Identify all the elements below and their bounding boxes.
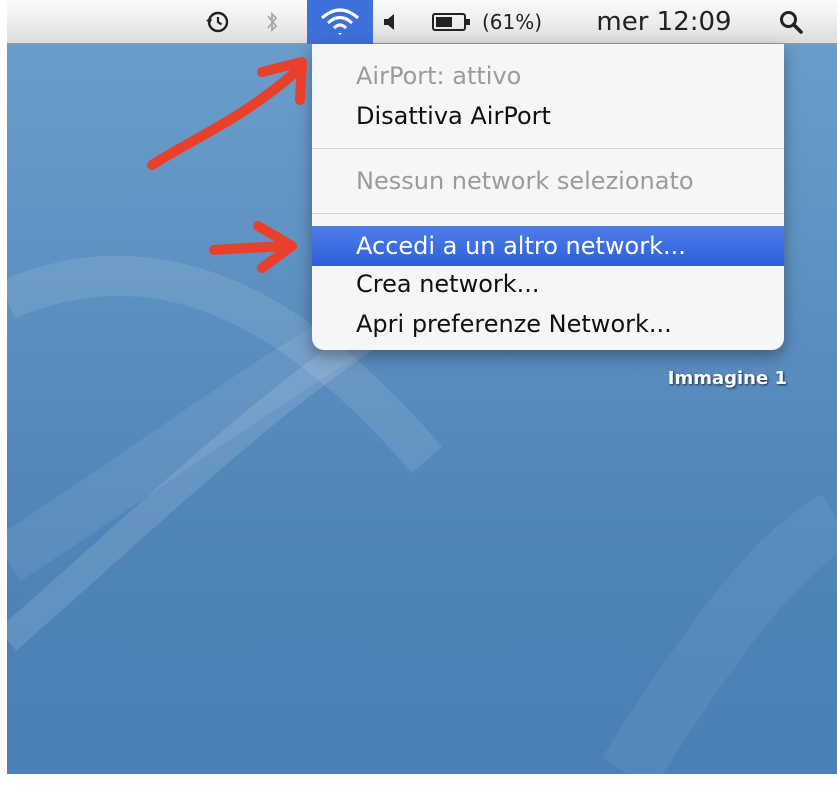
bluetooth-icon[interactable]	[259, 0, 285, 44]
menu-separator	[312, 213, 784, 214]
spotlight-icon[interactable]	[771, 0, 811, 44]
airport-status-item: AirPort: attivo	[356, 62, 522, 90]
no-network-selected-item: Nessun network selezionato	[356, 167, 694, 195]
airport-wifi-icon[interactable]	[307, 0, 373, 44]
menu-separator	[312, 148, 784, 149]
desktop-file-label[interactable]: Immagine 1	[587, 368, 787, 389]
desktop: (61%) mer 12:09 AirPort: attivo Disattiv…	[7, 0, 837, 774]
screenshot-frame: (61%) mer 12:09 AirPort: attivo Disattiv…	[0, 0, 837, 795]
menu-bar: (61%) mer 12:09	[7, 0, 837, 44]
battery-icon	[432, 13, 470, 31]
airport-menu: AirPort: attivo Disattiva AirPort Nessun…	[312, 44, 784, 350]
battery-status[interactable]: (61%)	[432, 0, 572, 44]
volume-icon[interactable]	[375, 0, 403, 44]
time-machine-icon[interactable]	[197, 0, 237, 44]
open-network-preferences-menu-item[interactable]: Apri preferenze Network...	[312, 304, 784, 344]
disable-airport-menu-item[interactable]: Disattiva AirPort	[312, 96, 784, 136]
join-other-network-menu-item[interactable]: Accedi a un altro network...	[312, 226, 784, 266]
create-network-menu-item[interactable]: Crea network...	[312, 264, 784, 304]
menu-bar-clock[interactable]: mer 12:09	[589, 0, 739, 44]
battery-percent: (61%)	[482, 10, 543, 34]
